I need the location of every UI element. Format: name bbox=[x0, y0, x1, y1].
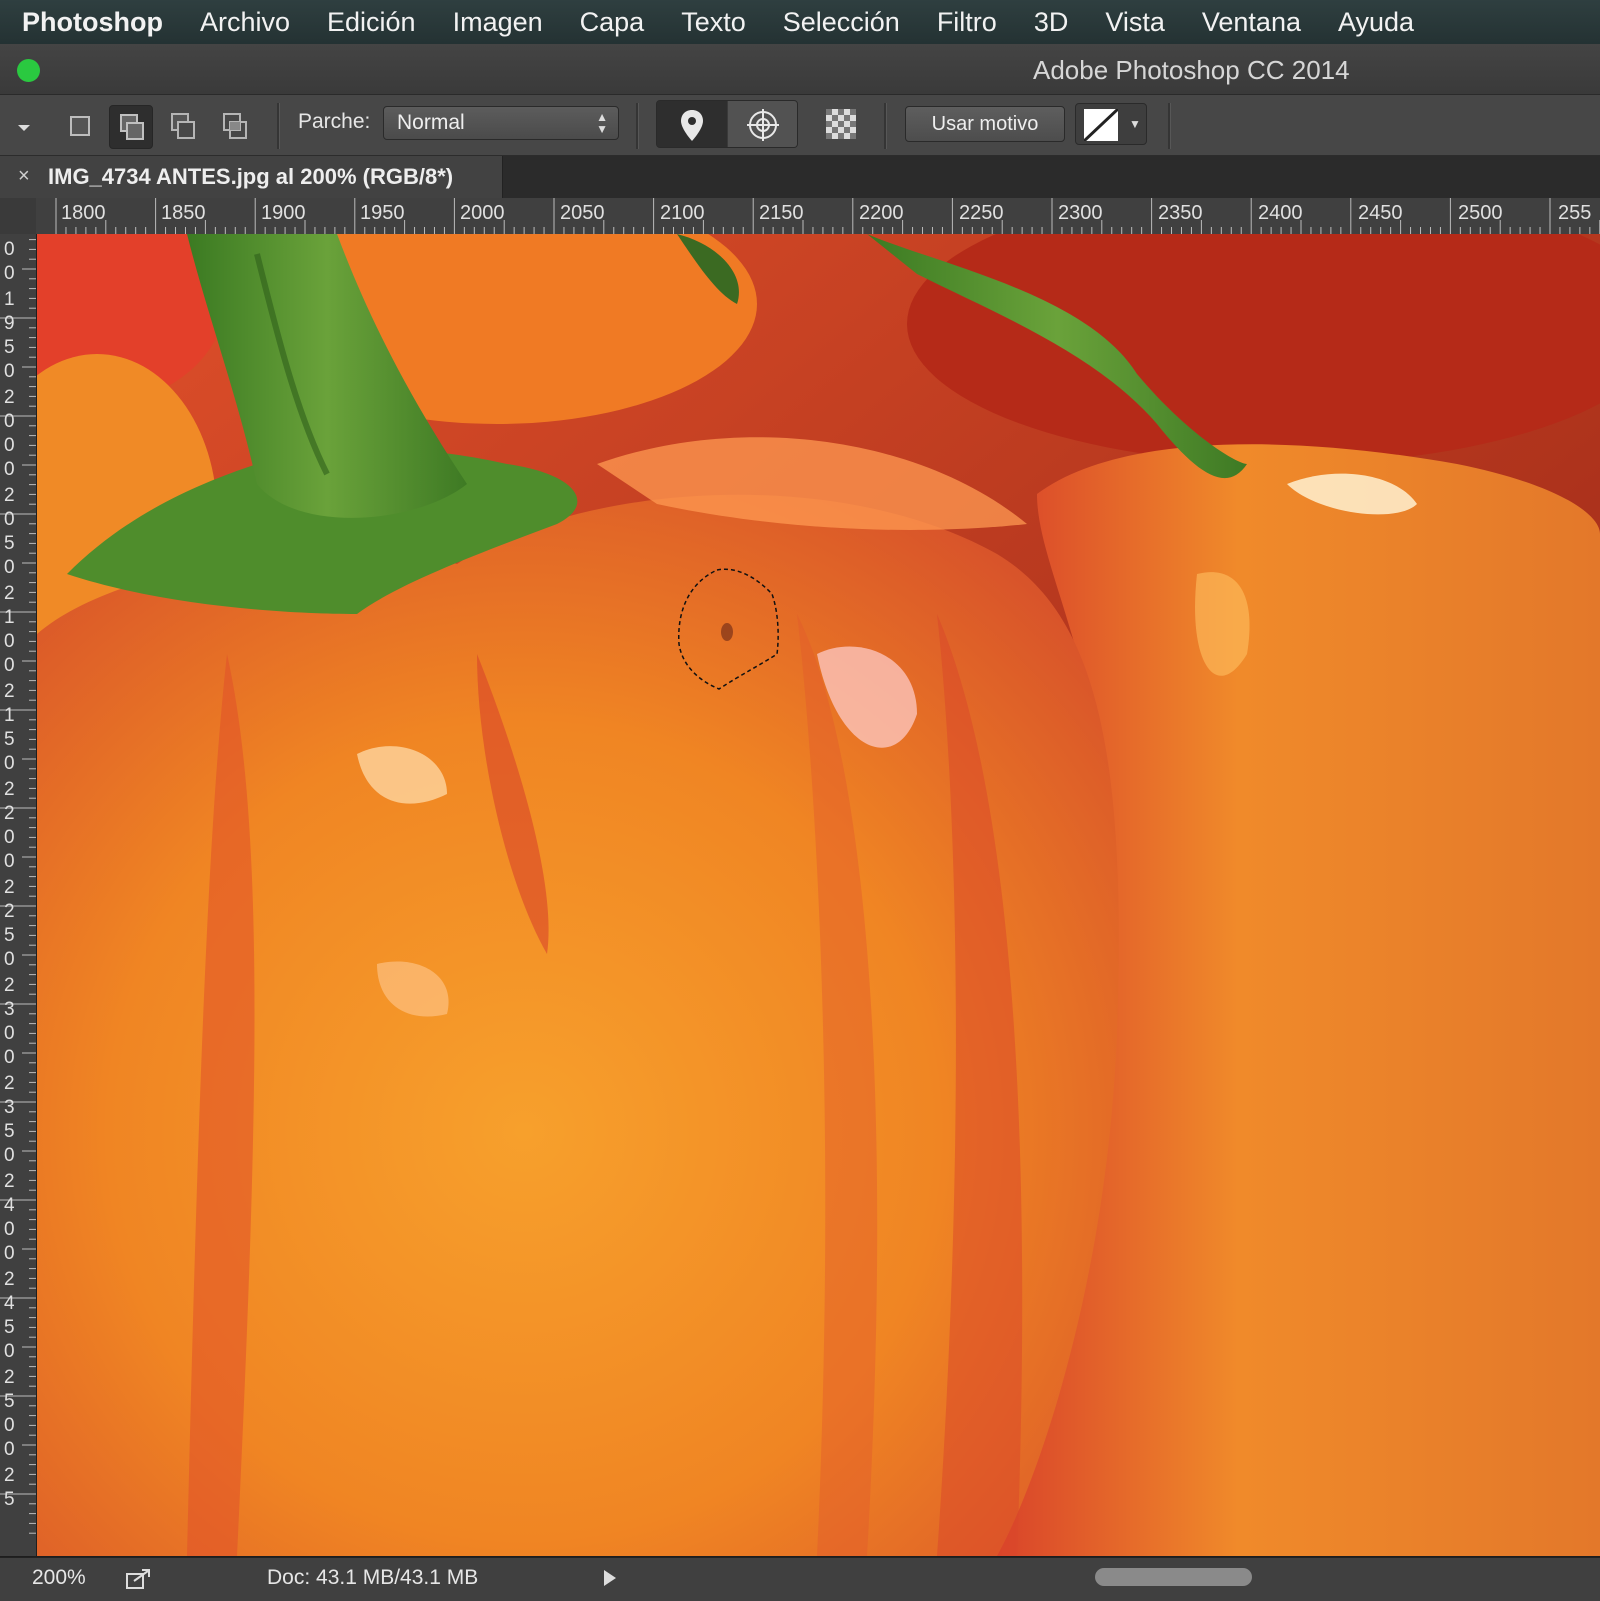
chevron-down-icon: ▼ bbox=[1129, 117, 1141, 131]
pepper-photo bbox=[37, 234, 1600, 1556]
select-arrows-icon: ▲ ▼ bbox=[596, 110, 608, 136]
ruler-label: 2300 bbox=[1058, 202, 1103, 224]
source-destination-toggle bbox=[656, 100, 798, 148]
menu-bar: Photoshop Archivo Edición Imagen Capa Te… bbox=[0, 0, 1600, 44]
parche-mode-value: Normal bbox=[397, 111, 465, 134]
ruler-label: 2350 bbox=[1158, 202, 1203, 224]
source-button[interactable] bbox=[657, 101, 727, 147]
ruler-label: 1 9 0 0 bbox=[4, 234, 15, 284]
document-tab[interactable]: × IMG_4734 ANTES.jpg al 200% (RGB/8*) bbox=[0, 156, 503, 198]
ruler-label: 2450 bbox=[1358, 202, 1403, 224]
menu-edicion[interactable]: Edición bbox=[327, 7, 416, 38]
pattern-swatch-icon bbox=[1084, 109, 1118, 141]
pattern-picker[interactable]: ▼ bbox=[1075, 103, 1147, 145]
subtract-selection-button[interactable] bbox=[161, 105, 205, 149]
document-size-info: Doc: 43.1 MB/43.1 MB bbox=[267, 1566, 479, 1589]
use-pattern-button[interactable]: Usar motivo bbox=[905, 106, 1065, 142]
transparent-button[interactable] bbox=[826, 109, 856, 139]
vertical-ruler[interactable]: 1 9 0 0 1 9 5 0 2 0 0 0 2 0 5 0 2 1 0 0 … bbox=[0, 234, 37, 1556]
ruler-label: 2 3 5 0 bbox=[4, 1073, 15, 1166]
document-canvas[interactable] bbox=[37, 234, 1600, 1556]
menu-imagen[interactable]: Imagen bbox=[453, 7, 543, 38]
menu-filtro[interactable]: Filtro bbox=[937, 7, 997, 38]
ruler-label: 2 1 5 0 bbox=[4, 681, 15, 774]
menu-ventana[interactable]: Ventana bbox=[1202, 7, 1301, 38]
ruler-label: 2 2 0 0 bbox=[4, 779, 15, 872]
ruler-label: 2 0 0 0 bbox=[4, 387, 15, 480]
ruler-label: 2000 bbox=[460, 202, 505, 224]
horizontal-scrollbar[interactable] bbox=[1095, 1568, 1252, 1586]
separator bbox=[884, 103, 887, 149]
ruler-label: 2 2 5 0 bbox=[4, 877, 15, 970]
play-arrow-icon[interactable] bbox=[604, 1570, 616, 1586]
ruler-label: 2150 bbox=[759, 202, 804, 224]
new-selection-button[interactable] bbox=[58, 105, 102, 149]
ruler-label: 2250 bbox=[959, 202, 1004, 224]
destination-button[interactable] bbox=[728, 101, 797, 147]
ruler-label: 2 4 5 0 bbox=[4, 1269, 15, 1362]
export-icon[interactable] bbox=[124, 1565, 152, 1593]
tool-preset-chevron-icon[interactable] bbox=[14, 117, 34, 137]
source-pin-icon bbox=[681, 110, 703, 141]
menu-capa[interactable]: Capa bbox=[580, 7, 645, 38]
ruler-label: 2 1 0 0 bbox=[4, 583, 15, 676]
new-selection-icon bbox=[70, 116, 90, 136]
ruler-label: 2050 bbox=[560, 202, 605, 224]
separator bbox=[277, 103, 280, 149]
ruler-label: 2 3 0 0 bbox=[4, 975, 15, 1068]
zoom-traffic-light-icon[interactable] bbox=[17, 59, 40, 82]
ruler-label: 2 0 5 0 bbox=[4, 485, 15, 578]
ruler-origin-corner[interactable] bbox=[0, 198, 37, 235]
add-selection-button[interactable] bbox=[109, 105, 153, 149]
ruler-label: 1950 bbox=[360, 202, 405, 224]
ruler-label: 2 5 bbox=[4, 1465, 15, 1510]
close-icon[interactable]: × bbox=[18, 165, 30, 188]
ruler-label: 2 5 0 0 bbox=[4, 1367, 15, 1460]
menu-3d[interactable]: 3D bbox=[1034, 7, 1069, 38]
menu-texto[interactable]: Texto bbox=[681, 7, 746, 38]
ruler-label: 1900 bbox=[261, 202, 306, 224]
menu-archivo[interactable]: Archivo bbox=[200, 7, 290, 38]
status-bar: 200% Doc: 43.1 MB/43.1 MB bbox=[0, 1557, 1600, 1601]
transparent-icon bbox=[826, 109, 856, 139]
ruler-label: 2200 bbox=[859, 202, 904, 224]
intersect-selection-icon bbox=[223, 113, 247, 139]
subtract-selection-icon bbox=[171, 113, 195, 139]
separator bbox=[636, 103, 639, 149]
document-tab-title: IMG_4734 ANTES.jpg al 200% (RGB/8*) bbox=[48, 164, 454, 189]
separator bbox=[1168, 103, 1171, 149]
menu-seleccion[interactable]: Selección bbox=[783, 7, 900, 38]
add-selection-icon bbox=[120, 114, 144, 140]
ruler-label: 1 9 5 0 bbox=[4, 289, 15, 382]
options-bar: Parche: Normal ▲ ▼ Usar motivo ▼ bbox=[0, 95, 1600, 156]
ruler-label: 1800 bbox=[61, 202, 106, 224]
parche-label: Parche: bbox=[298, 110, 371, 133]
zoom-level[interactable]: 200% bbox=[32, 1566, 86, 1590]
horizontal-ruler[interactable]: 1800 1850 1900 1950 2000 2050 2100 2150 … bbox=[36, 198, 1600, 235]
ruler-label: 2100 bbox=[660, 202, 705, 224]
destination-target-icon bbox=[747, 109, 779, 141]
intersect-selection-button[interactable] bbox=[213, 105, 257, 149]
menu-app-photoshop[interactable]: Photoshop bbox=[22, 7, 163, 38]
window-title-bar: Adobe Photoshop CC 2014 bbox=[0, 44, 1600, 95]
ruler-label: 2500 bbox=[1458, 202, 1503, 224]
ruler-label: 2400 bbox=[1258, 202, 1303, 224]
parche-mode-select[interactable]: Normal ▲ ▼ bbox=[383, 106, 619, 140]
document-tab-bar: × IMG_4734 ANTES.jpg al 200% (RGB/8*) bbox=[0, 156, 1600, 198]
menu-ayuda[interactable]: Ayuda bbox=[1338, 7, 1414, 38]
ruler-label: 255 bbox=[1558, 202, 1592, 224]
window-title: Adobe Photoshop CC 2014 bbox=[1033, 55, 1350, 85]
ruler-label: 2 4 0 0 bbox=[4, 1171, 15, 1264]
ruler-label: 1850 bbox=[161, 202, 206, 224]
menu-vista[interactable]: Vista bbox=[1105, 7, 1165, 38]
